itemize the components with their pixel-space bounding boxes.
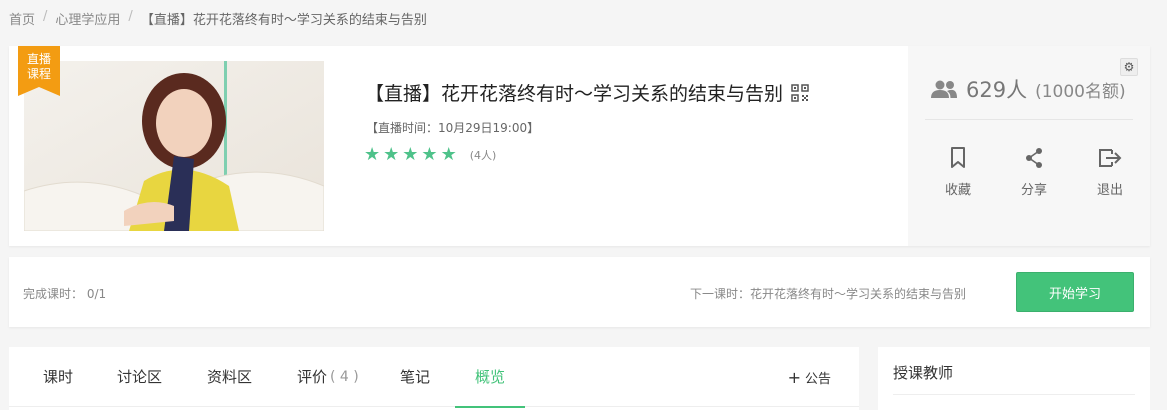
bookmark-label: 收藏 bbox=[944, 183, 971, 198]
breadcrumb: 首页 / 心理学应用 / 【直播】花开花落终有时～学习关系的结束与告别 bbox=[9, 9, 427, 28]
star-icon: ★ bbox=[421, 144, 438, 165]
exit-button[interactable]: 退出 bbox=[1080, 146, 1140, 198]
tab-label: 概览 bbox=[475, 368, 506, 386]
people-icon bbox=[931, 80, 957, 98]
tab-label: 笔记 bbox=[400, 368, 431, 386]
bookmark-icon bbox=[951, 147, 965, 168]
course-tabs: 课时 讨论区 资料区 评价 ( 4 ) 笔记 概览 + 公告 bbox=[9, 347, 859, 408]
breadcrumb-separator: / bbox=[128, 9, 133, 24]
star-icon: ★ bbox=[364, 144, 381, 165]
tab-label: 课时 bbox=[43, 368, 74, 386]
student-count: 629人 (1000名额) bbox=[930, 74, 1126, 104]
share-icon bbox=[1026, 148, 1042, 168]
teacher-card: 授课教师 bbox=[878, 347, 1150, 410]
course-rating: ★ ★ ★ ★ ★ (4人) bbox=[364, 146, 496, 164]
course-title-row: 【直播】花开花落终有时～学习关系的结束与告别 bbox=[365, 79, 809, 106]
progress-bar: 完成课时： 0/1 下一课时：花开花落终有时～学习关系的结束与告别 开始学习 bbox=[9, 257, 1150, 327]
plus-icon: + bbox=[787, 367, 801, 387]
course-tabs-card: 课时 讨论区 资料区 评价 ( 4 ) 笔记 概览 + 公告 bbox=[9, 347, 859, 410]
tab-notes[interactable]: 笔记 bbox=[400, 347, 430, 407]
share-label: 分享 bbox=[1020, 183, 1047, 198]
divider bbox=[925, 119, 1133, 120]
breadcrumb-home[interactable]: 首页 bbox=[9, 9, 35, 28]
start-learning-button[interactable]: 开始学习 bbox=[1016, 272, 1134, 312]
student-number: 629人 bbox=[966, 78, 1028, 102]
bookmark-button[interactable]: 收藏 bbox=[928, 146, 988, 198]
share-button[interactable]: 分享 bbox=[1004, 146, 1064, 198]
tab-overview[interactable]: 概览 bbox=[454, 347, 526, 408]
teacher-title: 授课教师 bbox=[893, 364, 954, 382]
next-lesson[interactable]: 下一课时：花开花落终有时～学习关系的结束与告别 bbox=[690, 285, 966, 302]
course-title: 【直播】花开花落终有时～学习关系的结束与告别 bbox=[365, 83, 784, 105]
tab-count: ( 4 ) bbox=[330, 368, 359, 385]
breadcrumb-current: 【直播】花开花落终有时～学习关系的结束与告别 bbox=[140, 13, 427, 28]
course-side-panel: ⚙ 629人 (1000名额) 收藏 分享 退出 bbox=[908, 46, 1150, 246]
breadcrumb-category[interactable]: 心理学应用 bbox=[55, 9, 120, 28]
student-quota: (1000名额) bbox=[1035, 81, 1126, 102]
tab-label: 评价 bbox=[297, 368, 328, 386]
course-actions: 收藏 分享 退出 bbox=[928, 146, 1140, 198]
announcement-label: 公告 bbox=[804, 371, 831, 387]
star-icon: ★ bbox=[383, 144, 400, 165]
divider bbox=[893, 394, 1135, 395]
completed-lessons: 完成课时： 0/1 bbox=[23, 287, 107, 301]
breadcrumb-separator: / bbox=[43, 9, 48, 24]
qr-code-icon[interactable] bbox=[791, 83, 809, 102]
exit-label: 退出 bbox=[1096, 183, 1123, 198]
tab-materials[interactable]: 资料区 bbox=[207, 347, 252, 407]
course-cover-image[interactable] bbox=[24, 61, 324, 231]
tab-label: 讨论区 bbox=[117, 368, 163, 386]
tab-discussion[interactable]: 讨论区 bbox=[117, 347, 162, 407]
tab-reviews[interactable]: 评价 ( 4 ) bbox=[297, 347, 359, 407]
star-icon: ★ bbox=[440, 144, 457, 165]
star-icon: ★ bbox=[402, 144, 419, 165]
course-header-card: 直播 课程 【直播】花开花落终有时～学习关系的结束与告别 【直播时间：10月29日… bbox=[9, 46, 1150, 246]
add-announcement-button[interactable]: + 公告 bbox=[788, 347, 831, 407]
rating-count: (4人) bbox=[469, 149, 497, 162]
tab-label: 资料区 bbox=[207, 368, 253, 386]
tab-lessons[interactable]: 课时 bbox=[43, 347, 73, 407]
live-time: 【直播时间：10月29日19:00】 bbox=[366, 121, 540, 135]
exit-icon bbox=[1099, 149, 1122, 167]
